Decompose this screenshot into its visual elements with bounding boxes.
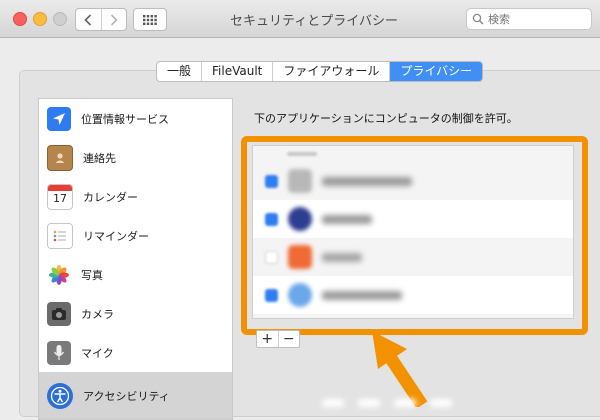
sidebar-item-label: リマインダー <box>83 229 149 243</box>
sidebar-item-location-services[interactable]: 位置情報サービス <box>39 99 232 138</box>
add-app-button[interactable]: + <box>257 331 278 347</box>
camera-icon <box>47 301 71 326</box>
tab-bar: 一般 FileVault ファイアウォール プライバシー <box>156 61 484 82</box>
search-field[interactable] <box>466 8 592 30</box>
add-remove-controls: + − <box>256 330 300 348</box>
accessibility-icon <box>47 383 73 409</box>
sidebar-item-photos[interactable]: 写真 <box>39 255 232 294</box>
zoom-window-button[interactable] <box>53 12 67 26</box>
remove-app-button[interactable]: − <box>277 331 300 347</box>
tab-firewall[interactable]: ファイアウォール <box>273 62 391 81</box>
calendar-day: 17 <box>53 191 67 205</box>
tab-general[interactable]: 一般 <box>157 62 203 81</box>
microphone-icon <box>47 340 71 365</box>
sidebar-item-label: 写真 <box>81 268 103 282</box>
tab-filevault[interactable]: FileVault <box>202 62 274 81</box>
photos-flower-icon <box>47 262 71 287</box>
sidebar-item-calendar[interactable]: 17 カレンダー <box>39 177 232 216</box>
sidebar-item-label: 位置情報サービス <box>81 112 169 126</box>
show-all-button[interactable] <box>133 8 167 31</box>
minimize-window-button[interactable] <box>33 12 47 26</box>
calendar-icon: 17 <box>47 183 73 210</box>
tab-privacy[interactable]: プライバシー <box>390 62 483 81</box>
location-arrow-icon <box>47 106 71 131</box>
title-bar: セキュリティとプライバシー <box>0 0 600 38</box>
sidebar-item-reminders[interactable]: リマインダー <box>39 216 232 255</box>
sidebar-item-label: カメラ <box>81 307 114 321</box>
contacts-book-icon <box>47 144 73 171</box>
instruction-text: 下のアプリケーションにコンピュータの制御を許可。 <box>254 112 518 125</box>
highlight-frame <box>241 136 588 335</box>
chevron-right-icon <box>110 13 118 26</box>
sidebar-item-label: アクセシビリティ <box>83 390 170 403</box>
sidebar-item-camera[interactable]: カメラ <box>39 294 232 333</box>
sidebar-item-label: 連絡先 <box>83 151 116 165</box>
grid-icon <box>143 14 157 25</box>
search-input[interactable] <box>488 12 583 26</box>
sidebar-item-label: マイク <box>81 346 114 360</box>
privacy-sidebar: 位置情報サービス 連絡先 17 カレンダー リマインダー 写真 カメラ マイク … <box>38 98 233 420</box>
close-window-button[interactable] <box>13 12 27 26</box>
reminders-icon <box>47 222 73 249</box>
sidebar-item-label: カレンダー <box>83 190 138 204</box>
back-button[interactable] <box>76 9 101 30</box>
sidebar-item-accessibility[interactable]: アクセシビリティ <box>39 372 232 419</box>
sidebar-item-contacts[interactable]: 連絡先 <box>39 138 232 177</box>
chevron-left-icon <box>84 13 92 26</box>
navigation-buttons <box>75 8 127 31</box>
forward-button[interactable] <box>100 9 127 30</box>
window-title: セキュリティとプライバシー <box>230 14 398 29</box>
search-icon <box>472 13 484 25</box>
sidebar-item-microphone[interactable]: マイク <box>39 333 232 372</box>
